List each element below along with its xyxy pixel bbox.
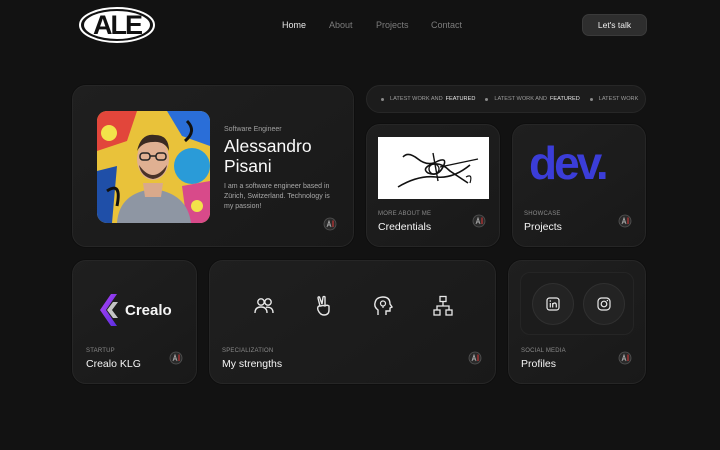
profiles-title: Profiles [521, 358, 557, 370]
linkedin-link[interactable] [532, 283, 574, 325]
strengths-card[interactable]: SPECIALIZATION My strengths [209, 260, 496, 384]
svg-text:ALE: ALE [93, 10, 142, 40]
hero-name-line1: Alessandro [224, 136, 312, 156]
profiles-eyebrow: SOCIAL MEDIA [521, 348, 566, 354]
lets-talk-button[interactable]: Let's talk [582, 14, 647, 36]
ticker-item: LATEST WORK AND FEATURED [381, 96, 475, 102]
hero-card[interactable]: Software Engineer Alessandro Pisani I am… [72, 85, 354, 247]
hierarchy-icon [433, 295, 453, 316]
instagram-icon [597, 297, 611, 311]
ticker-item: LATEST WORK AND FEATURED [485, 96, 580, 102]
site-logo[interactable]: ALE [78, 6, 156, 44]
projects-title: Projects [524, 221, 562, 233]
projects-card[interactable]: dev. SHOWCASE Projects [512, 124, 646, 247]
nav-about[interactable]: About [329, 20, 353, 30]
card-logo-icon [468, 351, 482, 365]
hero-name-line2: Pisani [224, 156, 272, 176]
strengths-title: My strengths [222, 358, 283, 370]
crealo-title: Crealo KLG [86, 358, 141, 370]
strengths-eyebrow: SPECIALIZATION [222, 348, 274, 354]
bullet-dot-icon [485, 97, 489, 101]
social-links [520, 272, 634, 335]
crealo-card[interactable]: Crealo STARTUP Crealo KLG [72, 260, 197, 384]
hero-role: Software Engineer [224, 126, 282, 133]
nav-projects[interactable]: Projects [376, 20, 409, 30]
peace-hand-icon [316, 295, 330, 316]
nav-home[interactable]: Home [282, 20, 306, 30]
ticker-item: LATEST WORK [589, 96, 642, 102]
hero-name: Alessandro Pisani [224, 136, 312, 176]
card-logo-icon [618, 351, 632, 365]
linkedin-icon [546, 297, 560, 311]
card-logo-icon [169, 351, 183, 365]
profile-photo [97, 111, 210, 223]
card-logo-icon [472, 214, 486, 228]
crealo-eyebrow: STARTUP [86, 348, 115, 354]
crealo-mark-icon [100, 294, 118, 326]
projects-eyebrow: SHOWCASE [524, 211, 561, 217]
signature-image [378, 137, 489, 199]
credentials-title: Credentials [378, 221, 432, 233]
credentials-eyebrow: MORE ABOUT ME [378, 211, 432, 217]
head-idea-icon [374, 296, 394, 315]
crealo-logo: Crealo [97, 293, 172, 327]
bullet-dot-icon [381, 97, 384, 101]
hero-bio: I am a software engineer based in Zürich… [224, 183, 330, 210]
instagram-link[interactable] [583, 283, 625, 325]
credentials-card[interactable]: MORE ABOUT ME Credentials [366, 124, 500, 247]
card-logo-icon [323, 217, 337, 231]
latest-work-ticker[interactable]: LATEST WORK AND FEATURED LATEST WORK AND F… [366, 85, 646, 113]
people-icon [254, 298, 274, 314]
svg-text:dev.: dev. [529, 139, 606, 189]
profiles-card[interactable]: SOCIAL MEDIA Profiles [508, 260, 646, 384]
nav-contact[interactable]: Contact [431, 20, 462, 30]
card-logo-icon [618, 214, 632, 228]
bullet-dot-icon [589, 97, 593, 101]
dev-logo: dev. [529, 139, 609, 189]
